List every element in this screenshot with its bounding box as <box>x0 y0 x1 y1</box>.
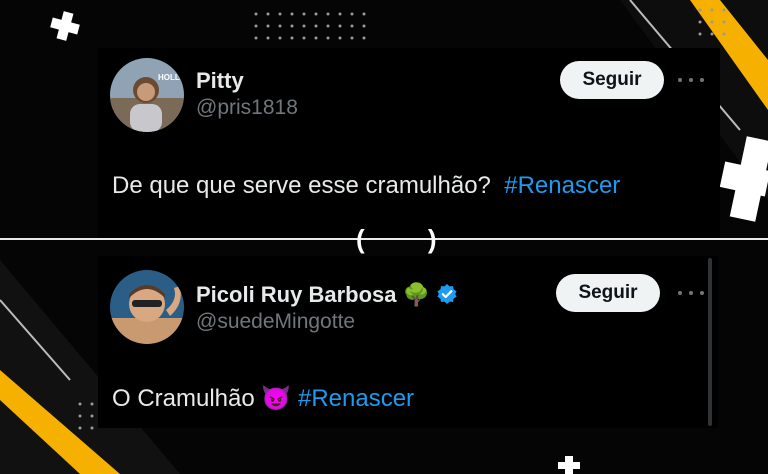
svg-text:HOLL: HOLL <box>158 73 180 82</box>
tweet-text: De que que serve esse cramulhão? #Renasc… <box>112 172 620 200</box>
display-name-text: Picoli Ruy Barbosa <box>196 282 397 307</box>
tweet-text: O Cramulhão 😈 #Renascer <box>112 384 414 413</box>
user-handle[interactable]: @suedeMingotte <box>196 310 355 334</box>
scrollbar[interactable] <box>708 258 712 426</box>
separator: ( ) <box>356 224 465 254</box>
follow-button[interactable]: Seguir <box>560 61 664 99</box>
verified-badge-icon <box>436 283 458 311</box>
avatar[interactable]: HOLL <box>110 58 184 132</box>
devil-emoji: 😈 <box>261 385 292 412</box>
more-icon[interactable] <box>678 75 704 85</box>
user-handle[interactable]: @pris1818 <box>196 96 298 120</box>
hashtag-link[interactable]: #Renascer <box>504 172 620 199</box>
tree-emoji: 🌳 <box>402 282 431 307</box>
tweet-body: O Cramulhão <box>112 385 255 412</box>
hashtag-link[interactable]: #Renascer <box>298 385 414 412</box>
display-name[interactable]: Pitty <box>196 68 244 94</box>
display-name[interactable]: Picoli Ruy Barbosa 🌳 <box>196 282 458 311</box>
follow-button[interactable]: Seguir <box>556 274 660 312</box>
tweet-card-1: HOLL Pitty @pris1818 Seguir De que que s… <box>98 48 720 238</box>
avatar[interactable] <box>110 270 184 344</box>
more-icon[interactable] <box>678 288 704 298</box>
tweet-body: De que que serve esse cramulhão? <box>112 172 491 199</box>
tweet-card-2: Picoli Ruy Barbosa 🌳 @suedeMingotte Segu… <box>98 256 718 428</box>
